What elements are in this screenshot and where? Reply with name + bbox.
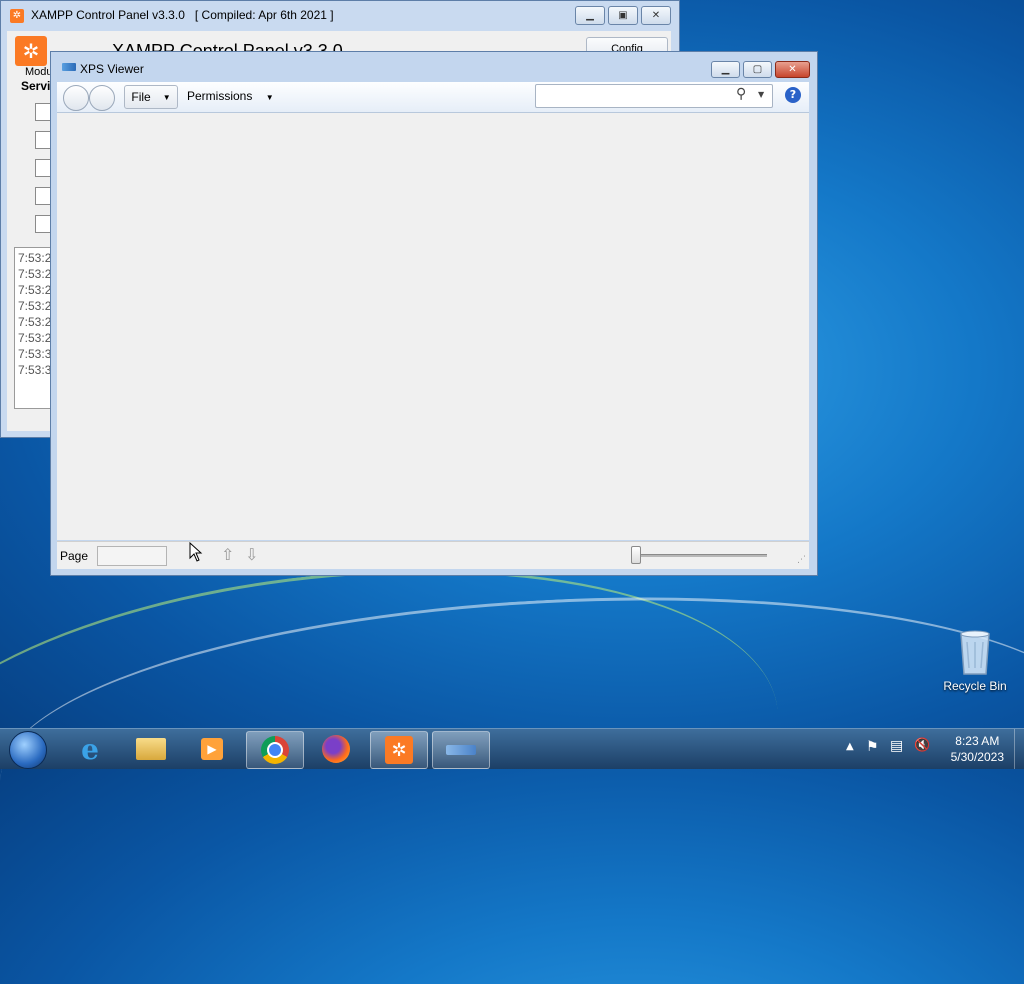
xampp-logo-icon: ✲ <box>15 36 47 66</box>
up-arrow-icon[interactable]: ⇧ <box>221 545 234 564</box>
xps-title: XPS Viewer <box>80 62 144 76</box>
firefox-icon <box>322 735 350 763</box>
system-clock[interactable]: 8:23 AM 5/30/2023 <box>951 733 1004 765</box>
xps-viewer-icon <box>62 63 76 71</box>
page-number-input[interactable] <box>97 546 167 566</box>
zoom-slider-thumb[interactable] <box>631 546 641 564</box>
network-icon[interactable]: ▤ <box>890 738 903 754</box>
action-center-flag-icon[interactable]: ⚑ <box>866 739 879 755</box>
internet-explorer-icon: e <box>81 732 99 766</box>
maximize-button[interactable]: ▢ <box>743 61 772 78</box>
file-menu-label: File <box>131 90 151 104</box>
show-desktop-button[interactable] <box>1014 729 1024 769</box>
taskbar-media-player[interactable]: ▶ <box>184 731 240 767</box>
service-checkbox[interactable] <box>35 131 51 149</box>
down-arrow-icon[interactable]: ⇩ <box>245 545 258 564</box>
chevron-down-icon: ▼ <box>265 93 274 102</box>
chevron-down-icon[interactable]: ▼ <box>758 90 764 99</box>
taskbar: e ▶ ✲ ▲ ⚑ ▤ 🔇 8:23 AM 5/30/2023 <box>0 728 1024 769</box>
xps-status-bar: Page ⇧ ⇩ ⋰ <box>57 541 809 569</box>
xampp-title: XAMPP Control Panel v3.3.0 [ Compiled: A… <box>31 8 334 22</box>
service-checkbox[interactable] <box>35 215 51 233</box>
modules-label: Modu <box>25 66 53 78</box>
close-button[interactable]: ✕ <box>775 61 810 78</box>
taskbar-firefox[interactable] <box>308 731 364 767</box>
xps-titlebar[interactable]: XPS Viewer ▁ ▢ ✕ <box>51 52 817 80</box>
file-menu-button[interactable]: File ▼ <box>124 85 178 109</box>
back-button[interactable] <box>63 85 89 111</box>
help-icon[interactable]: ? <box>785 87 801 103</box>
page-label: Page <box>60 549 89 563</box>
xps-viewer-window[interactable]: XPS Viewer ▁ ▢ ✕ File ▼ Permissions ▼ ⚲ … <box>50 51 818 576</box>
taskbar-chrome[interactable] <box>246 731 304 769</box>
mouse-cursor-icon <box>189 542 203 562</box>
service-checkbox[interactable] <box>35 159 51 177</box>
recycle-bin-shortcut[interactable]: Recycle Bin <box>938 628 1012 693</box>
start-orb-icon[interactable] <box>9 731 47 769</box>
chrome-icon <box>261 736 289 764</box>
file-explorer-icon <box>136 738 166 760</box>
permissions-menu-button[interactable]: Permissions ▼ <box>187 89 277 107</box>
xps-viewer-icon <box>446 745 476 755</box>
taskbar-internet-explorer[interactable]: e <box>62 731 118 767</box>
close-button[interactable]: ✕ <box>641 6 671 25</box>
xampp-icon: ✲ <box>10 9 24 23</box>
search-box[interactable]: ⚲ ▼ <box>535 84 773 108</box>
clock-time: 8:23 AM <box>955 734 1000 748</box>
taskbar-file-explorer[interactable] <box>123 731 179 767</box>
chevron-down-icon: ▼ <box>162 92 171 102</box>
xampp-titlebar[interactable]: ✲ XAMPP Control Panel v3.3.0 [ Compiled:… <box>1 1 679 29</box>
volume-muted-icon[interactable]: 🔇 <box>914 738 930 753</box>
document-area[interactable] <box>57 113 809 540</box>
minimize-button[interactable]: ▁ <box>711 61 740 78</box>
service-checkbox[interactable] <box>35 187 51 205</box>
resize-grip-icon[interactable]: ⋰ <box>797 555 806 565</box>
clock-date: 5/30/2023 <box>950 750 1004 764</box>
permissions-menu-label: Permissions <box>187 89 253 103</box>
xampp-icon: ✲ <box>385 736 413 764</box>
service-checkbox[interactable] <box>35 103 51 121</box>
recycle-bin-label: Recycle Bin <box>943 679 1007 693</box>
minimize-button[interactable]: ▁ <box>575 6 605 25</box>
service-label: Servi <box>21 79 51 93</box>
forward-button[interactable] <box>89 85 115 111</box>
search-input[interactable] <box>539 87 733 105</box>
show-hidden-icons-chevron-icon[interactable]: ▲ <box>846 741 854 752</box>
taskbar-xampp[interactable]: ✲ <box>370 731 428 769</box>
taskbar-xps-viewer[interactable] <box>432 731 490 769</box>
recycle-bin-icon <box>960 630 990 675</box>
search-icon[interactable]: ⚲ <box>736 86 746 102</box>
zoom-slider-track[interactable] <box>635 554 767 557</box>
maximize-button[interactable]: ▣ <box>608 6 638 25</box>
xps-toolbar: File ▼ Permissions ▼ ⚲ ▼ ? <box>57 82 809 113</box>
media-player-icon: ▶ <box>201 738 223 760</box>
